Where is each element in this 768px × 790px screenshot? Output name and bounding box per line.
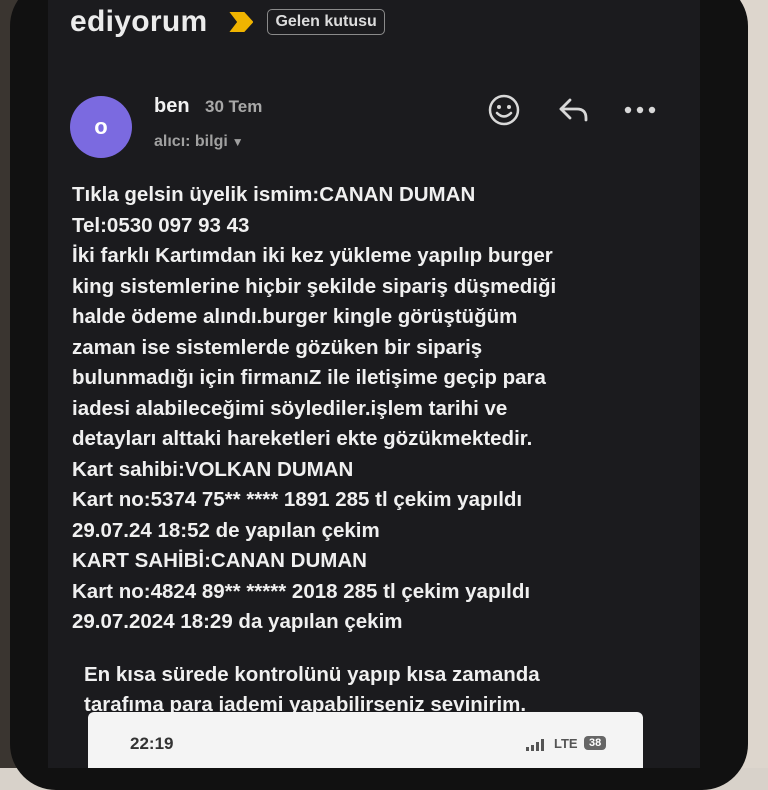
screenshot-status-bar: 22:19 LTE 38: [88, 712, 643, 768]
importance-marker-icon[interactable]: [229, 12, 254, 32]
body-line: İki farklı Kartımdan iki kez yükleme yap…: [72, 244, 553, 267]
body-line: detayları alttaki hareketleri ekte gözük…: [72, 427, 533, 450]
body-line: halde ödeme alındı.burger kingle görüştü…: [72, 305, 518, 328]
status-time: 22:19: [130, 734, 174, 753]
body-line: bulunmadığı için firmanıZ ile iletişime …: [72, 366, 546, 389]
smiley-icon: [488, 94, 520, 126]
sender-name: ben: [154, 95, 190, 117]
body-line: Kart no:5374 75** **** 1891 285 tl çekim…: [72, 488, 523, 511]
recipient-details[interactable]: alıcı: bilgi ▼: [154, 133, 244, 151]
subject-bar: ediyorum Gelen kutusu: [70, 4, 385, 40]
body-line: iadesi alabileceğimi söylediler.işlem ta…: [72, 396, 508, 420]
inbox-label-chip[interactable]: Gelen kutusu: [267, 9, 385, 35]
closing-line: En kısa sürede kontrolünü yapıp kısa zam…: [84, 663, 540, 686]
body-line: Tel:0530 097 93 43: [72, 213, 250, 237]
body-line: 29.07.2024 18:29 da yapılan çekim: [72, 610, 403, 633]
more-dots-icon: [624, 106, 656, 114]
email-subject: ediyorum: [70, 5, 208, 38]
email-body: Tıkla gelsin üyelik ismim:CANAN DUMAN Te…: [72, 180, 672, 638]
email-closing: En kısa sürede kontrolünü yapıp kısa zam…: [84, 660, 684, 720]
network-type: LTE: [554, 736, 578, 751]
message-date: 30 Tem: [205, 97, 263, 116]
body-line: king sistemlerine hiçbir şekilde sipariş…: [72, 274, 557, 298]
chevron-down-icon: ▼: [231, 135, 244, 149]
body-line: zaman ise sistemlerde gözüken bir sipari…: [72, 335, 483, 359]
avatar[interactable]: o: [70, 96, 132, 158]
signal-strength-icon: [526, 739, 544, 751]
body-line: KART SAHİBİ:CANAN DUMAN: [72, 549, 367, 572]
body-line: Kart sahibi:VOLKAN DUMAN: [72, 457, 354, 481]
more-options-button[interactable]: [620, 92, 660, 128]
recipient-label: alıcı: bilgi: [154, 133, 228, 150]
reply-button[interactable]: [554, 92, 594, 128]
battery-icon: 38: [584, 736, 607, 750]
body-line: Tıkla gelsin üyelik ismim:CANAN DUMAN: [72, 183, 476, 206]
body-line: 29.07.24 18:52 de yapılan çekim: [72, 518, 380, 542]
email-screen: ediyorum Gelen kutusu o ben 30 Tem alıcı…: [48, 0, 700, 768]
body-line: Kart no:4824 89** ***** 2018 285 tl çeki…: [72, 579, 531, 603]
reply-icon: [559, 98, 588, 122]
emoji-reaction-button[interactable]: [484, 92, 524, 128]
